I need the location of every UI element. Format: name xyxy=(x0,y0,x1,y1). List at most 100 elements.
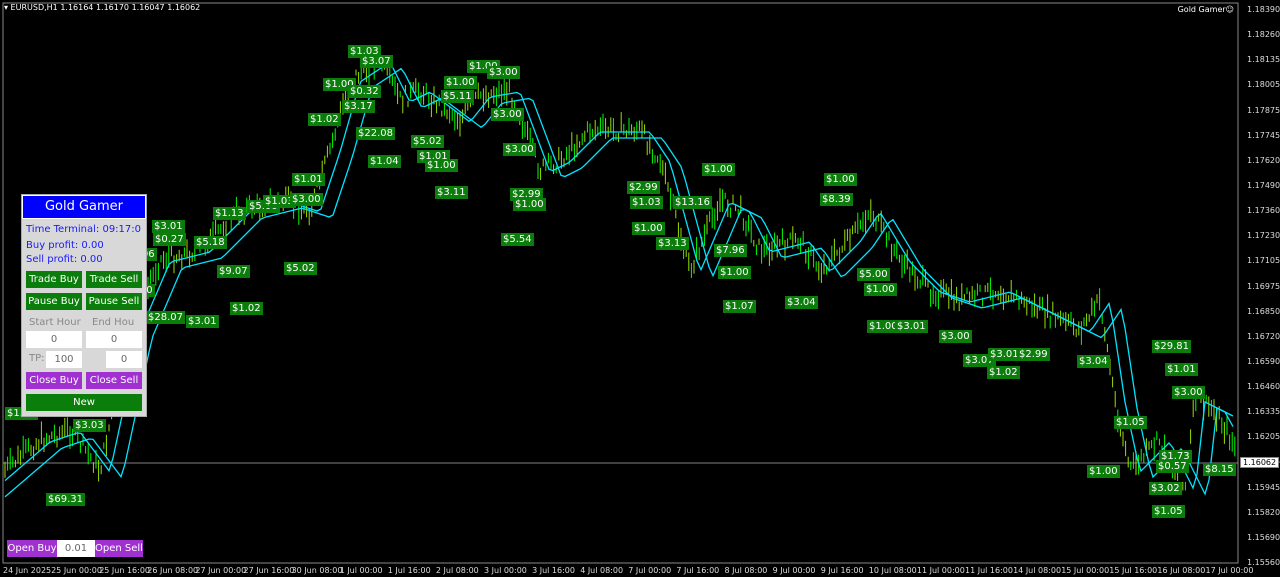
trade-profit-label: $5.02 xyxy=(284,262,317,275)
trade-profit-label: $3.07 xyxy=(360,55,393,68)
lot-size-input[interactable]: 0.01 xyxy=(57,540,95,557)
trade-profit-label: $3.00 xyxy=(487,66,520,79)
trade-profit-label: $3.01 xyxy=(152,220,185,233)
trade-profit-label: $1.00 xyxy=(513,198,546,211)
price-tick: 1.16720 xyxy=(1247,331,1280,341)
trade-profit-label: $29.81 xyxy=(1152,340,1191,353)
price-tick: 1.17875 xyxy=(1247,105,1280,115)
time-tick: 11 Jul 16:00 xyxy=(965,566,1013,575)
time-tick: 26 Jun 08:00 xyxy=(147,566,199,575)
trade-buy-button[interactable]: Trade Buy xyxy=(26,271,82,288)
start-hour-input[interactable]: 0 xyxy=(26,331,82,348)
trade-profit-label: $1.01 xyxy=(292,173,325,186)
time-tick: 7 Jul 00:00 xyxy=(628,566,672,575)
pause-buy-button[interactable]: Pause Buy xyxy=(26,293,82,310)
time-tick: 17 Jul 00:00 xyxy=(1205,566,1254,575)
time-tick: 3 Jul 16:00 xyxy=(532,566,575,575)
trade-profit-label: $1.07 xyxy=(723,300,756,313)
price-tick: 1.16850 xyxy=(1247,306,1280,316)
trade-profit-label: $3.01 xyxy=(895,320,928,333)
trade-profit-label: $3.00 xyxy=(491,108,524,121)
price-chart[interactable] xyxy=(0,0,1280,577)
end-hour-input[interactable]: 0 xyxy=(86,331,142,348)
price-tick: 1.15690 xyxy=(1247,532,1280,542)
trade-profit-label: $3.00 xyxy=(1172,386,1205,399)
open-buy-button[interactable]: Open Buy xyxy=(7,540,57,557)
price-tick: 1.18135 xyxy=(1247,55,1280,65)
time-tick: 14 Jul 08:00 xyxy=(1013,566,1062,575)
time-tick: 1 Jul 00:00 xyxy=(339,566,383,575)
trade-profit-label: $22.08 xyxy=(356,127,395,140)
time-tick: 25 Jun 00:00 xyxy=(51,566,102,575)
trade-profit-label: $1.00 xyxy=(718,266,751,279)
chart-frame xyxy=(2,2,1239,564)
trade-profit-label: $1.00 xyxy=(824,173,857,186)
close-buy-button[interactable]: Close Buy xyxy=(26,372,82,389)
time-tick: 15 Jul 16:00 xyxy=(1109,566,1158,575)
trade-profit-label: $1.02 xyxy=(308,113,341,126)
trade-profit-label: $1.05 xyxy=(1152,505,1185,518)
moving-average-line xyxy=(4,61,1234,490)
trade-profit-label: $1.00 xyxy=(425,159,458,172)
trade-profit-label: $5.11 xyxy=(441,90,474,103)
trade-profit-label: $1.00 xyxy=(632,222,665,235)
symbol-info: ▾ EURUSD,H1 1.16164 1.16170 1.16047 1.16… xyxy=(4,3,201,12)
ea-panel: Gold Gamer Time Terminal: 09:17:0 Buy pr… xyxy=(21,194,147,417)
new-button[interactable]: New xyxy=(26,394,142,411)
trade-profit-label: $3.00 xyxy=(290,193,323,206)
sl-input[interactable]: 0 xyxy=(106,351,142,368)
time-tick: 24 Jun 2025 xyxy=(3,566,52,575)
close-sell-button[interactable]: Close Sell xyxy=(86,372,142,389)
price-tick: 1.17490 xyxy=(1247,180,1280,190)
time-tick: 27 Jun 00:00 xyxy=(195,566,247,575)
current-price-tag: 1.16062 xyxy=(1240,457,1280,468)
buy-profit: Buy profit: 0.00 xyxy=(26,240,104,251)
price-tick: 1.15945 xyxy=(1247,482,1280,492)
trade-profit-label: $3.03 xyxy=(73,419,106,432)
pause-sell-button[interactable]: Pause Sell xyxy=(86,293,142,310)
price-tick: 1.18005 xyxy=(1247,80,1280,90)
time-tick: 27 Jun 16:00 xyxy=(243,566,295,575)
ea-name: Gold Gamer☺ xyxy=(1177,5,1234,14)
tp-input[interactable]: 100 xyxy=(46,351,82,368)
price-tick: 1.18260 xyxy=(1247,30,1280,40)
price-tick: 1.17230 xyxy=(1247,231,1280,241)
end-hour-label: End Hou xyxy=(92,317,135,328)
time-tick: 16 Jul 08:00 xyxy=(1157,566,1206,575)
time-tick: 30 Jun 08:00 xyxy=(291,566,343,575)
time-tick: 1 Jul 16:00 xyxy=(387,566,431,575)
trade-sell-button[interactable]: Trade Sell xyxy=(86,271,142,288)
time-tick: 8 Jul 08:00 xyxy=(724,566,768,575)
trade-profit-label: $3.04 xyxy=(1077,355,1110,368)
tp-label: TP: xyxy=(29,353,45,364)
trade-profit-label: $3.01 xyxy=(988,348,1021,361)
trade-profit-label: $3.00 xyxy=(503,143,536,156)
open-sell-button[interactable]: Open Sell xyxy=(95,540,143,557)
time-tick: 4 Jul 08:00 xyxy=(580,566,624,575)
trade-profit-label: $5.18 xyxy=(194,236,227,249)
trade-profit-label: $0.32 xyxy=(348,85,381,98)
time-tick: 7 Jul 16:00 xyxy=(676,566,720,575)
time-tick: 15 Jul 00:00 xyxy=(1061,566,1110,575)
trade-profit-label: $1.05 xyxy=(1114,416,1147,429)
trade-profit-label: $3.02 xyxy=(1149,482,1182,495)
trade-profit-label: $1.01 xyxy=(1165,363,1198,376)
trade-profit-label: $3.01 xyxy=(186,315,219,328)
time-tick: 9 Jul 00:00 xyxy=(772,566,816,575)
trade-profit-label: $1.04 xyxy=(368,155,401,168)
time-tick: 25 Jun 16:00 xyxy=(99,566,151,575)
trade-profit-label: $7.96 xyxy=(714,244,747,257)
price-tick: 1.17745 xyxy=(1247,130,1280,140)
trade-profit-label: $13.16 xyxy=(673,196,712,209)
trade-profit-label: $3.00 xyxy=(939,330,972,343)
time-tick: 2 Jul 08:00 xyxy=(435,566,479,575)
trade-profit-label: $2.99 xyxy=(627,181,660,194)
trade-profit-label: $1.00 xyxy=(702,163,735,176)
trade-profit-label: $5.00 xyxy=(857,268,890,281)
trade-profit-label: $1.00 xyxy=(864,283,897,296)
price-tick: 1.16975 xyxy=(1247,281,1280,291)
panel-title: Gold Gamer xyxy=(22,195,146,219)
trade-profit-label: $8.39 xyxy=(820,193,853,206)
trade-profit-label: $0.27 xyxy=(153,233,186,246)
price-tick: 1.17620 xyxy=(1247,155,1280,165)
